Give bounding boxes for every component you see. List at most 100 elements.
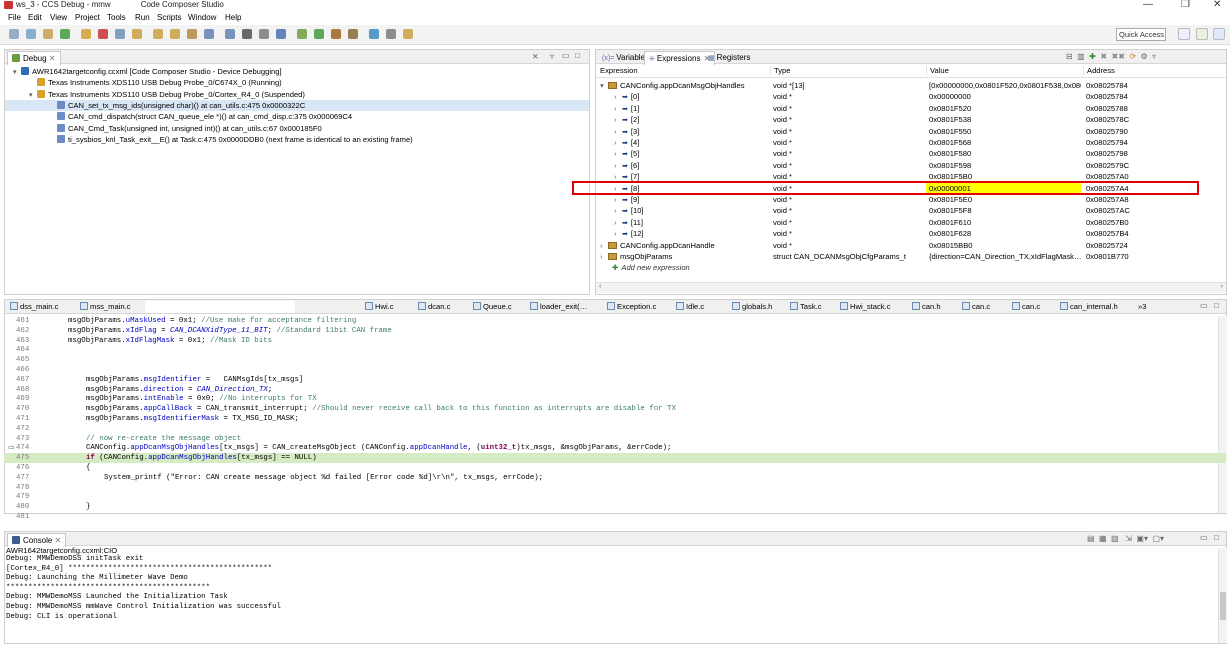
expression-row[interactable]: › ➡ [12] void * 0x0801F628 0x080257B4 — [596, 228, 1230, 239]
quick-access-field[interactable]: Quick Access — [1116, 28, 1166, 41]
restart-icon[interactable] — [225, 29, 235, 39]
minimize-console-icon[interactable]: ▭ — [1200, 533, 1208, 542]
editor-tab[interactable]: Hwi_stack.c — [840, 301, 891, 314]
menu-file[interactable]: File — [8, 13, 21, 22]
code-line[interactable]: 466 — [4, 365, 1226, 375]
minimize-editor-icon[interactable]: ▭ — [1200, 301, 1208, 310]
word-wrap-icon[interactable]: ▧ — [1111, 534, 1119, 543]
expand-toggle-icon[interactable]: › — [614, 228, 622, 239]
ccs-debug-perspective-icon[interactable] — [1213, 28, 1225, 40]
menu-edit[interactable]: Edit — [28, 13, 42, 22]
code-line[interactable]: 472 — [4, 424, 1226, 434]
expand-toggle-icon[interactable]: › — [614, 194, 622, 205]
expression-row[interactable]: › ➡ [4] void * 0x0801F568 0x08025794 — [596, 137, 1230, 148]
expression-row[interactable]: › ➡ [1] void * 0x0801F520 0x08025788 — [596, 103, 1230, 114]
clear-console-icon[interactable]: ▤ — [1087, 534, 1095, 543]
menu-view[interactable]: View — [50, 13, 67, 22]
debug-tree-item[interactable]: CAN_Cmd_Task(unsigned int, unsigned int)… — [5, 123, 589, 134]
expand-toggle-icon[interactable]: › — [614, 114, 622, 125]
editor-tab[interactable]: Idle.c — [676, 301, 704, 314]
expression-value[interactable]: 0x0801F580 — [926, 148, 1081, 159]
editor-tab[interactable]: can.c — [962, 301, 990, 314]
expand-toggle-icon[interactable]: › — [600, 240, 608, 251]
console-scrollbar[interactable] — [1218, 548, 1227, 643]
expression-row[interactable]: › msgObjParams struct CAN_DCANMsgObjCfgPar… — [596, 251, 1230, 262]
skip-icon[interactable] — [43, 29, 53, 39]
pin-icon[interactable] — [403, 29, 413, 39]
tab-console[interactable]: Console ✕ — [7, 533, 67, 547]
tab-registers[interactable]: ▦ Registers — [704, 51, 754, 65]
settings-icon[interactable]: ⚙ — [1141, 52, 1148, 61]
expand-toggle-icon[interactable]: › — [600, 251, 608, 262]
minimize-view-icon[interactable]: ▭ — [562, 51, 570, 60]
maximize-view-icon[interactable]: □ — [575, 51, 580, 60]
editor-tab[interactable]: Hwi.c — [365, 301, 394, 314]
code-line[interactable]: 475 if (CANConfig.appDcanMsgObjHandles[tx… — [4, 453, 1226, 463]
scroll-lock-icon[interactable]: ▦ — [1099, 534, 1107, 543]
disconnect-icon[interactable] — [115, 29, 125, 39]
expression-value[interactable]: 0x0801F5E0 — [926, 194, 1081, 205]
registers-icon[interactable] — [259, 29, 269, 39]
pin-console-icon[interactable]: ⇲ — [1125, 534, 1132, 543]
debug-tree-item[interactable]: ti_sysbios_knl_Task_exit__E() at Task.c:… — [5, 134, 589, 145]
close-button[interactable]: ✕ — [1213, 0, 1221, 10]
add-new-expression[interactable]: ✚ Add new expression — [596, 262, 1230, 273]
maximize-editor-icon[interactable]: □ — [1214, 301, 1219, 310]
expression-row[interactable]: › ➡ [9] void * 0x0801F5E0 0x080257A8 — [596, 194, 1230, 205]
breakpoint-icon[interactable] — [276, 29, 286, 39]
code-line[interactable]: 473 // now re-create the message object — [4, 434, 1226, 444]
minimize-button[interactable]: — — [1143, 0, 1153, 10]
editor-tab[interactable]: Queue.c — [473, 301, 512, 314]
open-console-icon[interactable]: ▢▾ — [1152, 534, 1164, 543]
expand-toggle-icon[interactable]: › — [614, 103, 622, 114]
column-type[interactable]: Type — [770, 66, 790, 75]
editor-tab[interactable]: Task.c — [790, 301, 822, 314]
gear-icon[interactable] — [386, 29, 396, 39]
expression-value[interactable]: 0x0801F598 — [926, 160, 1081, 171]
step-into-icon[interactable] — [132, 29, 142, 39]
code-line[interactable]: 474 CANConfig.appDcanMsgObjHandles[tx_msg… — [4, 443, 1226, 453]
code-line[interactable]: 477 System_printf ("Error: CAN create mes… — [4, 473, 1226, 483]
expression-row[interactable]: › ➡ [0] void * 0x00000000 0x08025784 — [596, 91, 1230, 102]
editor-tab[interactable]: dcan.c — [418, 301, 450, 314]
expression-row[interactable]: › ➡ [6] void * 0x0801F598 0x0802579C — [596, 160, 1230, 171]
restore-button[interactable]: ❐ — [1181, 0, 1190, 10]
editor-tab[interactable]: Exception.c — [607, 301, 656, 314]
expression-row[interactable]: › ➡ [10] void * 0x0801F5F8 0x080257AC — [596, 205, 1230, 216]
expand-toggle-icon[interactable]: › — [614, 217, 622, 228]
expression-value[interactable]: 0x0801F538 — [926, 114, 1081, 125]
assembly-step-icon[interactable] — [187, 29, 197, 39]
expression-row[interactable]: › CANConfig.appDcanHandle void * 0x08015BB0… — [596, 240, 1230, 251]
expression-value[interactable]: 0x0801F550 — [926, 126, 1081, 137]
expression-value[interactable]: 0x08015BB0 — [926, 240, 1081, 251]
expand-toggle-icon[interactable]: › — [614, 126, 622, 137]
code-line[interactable]: 467 msgObjParams.msgIdentifier = CANMsgId… — [4, 375, 1226, 385]
expression-value[interactable]: 0x0801F5F8 — [926, 205, 1081, 216]
horizontal-scrollbar[interactable]: ‹ › — [596, 282, 1226, 293]
code-line[interactable]: 480} — [4, 502, 1226, 512]
code-line[interactable]: 461 msgObjParams.uMaskUsed = 0x1; //Use m… — [4, 316, 1226, 326]
code-line[interactable]: 469 msgObjParams.intEnable = 0x0; //No in… — [4, 394, 1226, 404]
expand-toggle-icon[interactable]: › — [614, 205, 622, 216]
maximize-console-icon[interactable]: □ — [1214, 533, 1219, 542]
expression-value[interactable]: 0x0801F568 — [926, 137, 1081, 148]
code-line[interactable]: 468 msgObjParams.direction = CAN_Directio… — [4, 385, 1226, 395]
expand-toggle-icon[interactable]: › — [614, 148, 622, 159]
menu-run[interactable]: Run — [135, 13, 150, 22]
menu-help[interactable]: Help — [225, 13, 241, 22]
display-console-icon[interactable]: ▣▾ — [1136, 534, 1148, 543]
expression-row[interactable]: › ➡ [2] void * 0x0801F538 0x0802578C — [596, 114, 1230, 125]
code-line[interactable]: 465 — [4, 355, 1226, 365]
remove-icon[interactable]: ✖ — [1100, 52, 1107, 61]
code-line[interactable]: 478 — [4, 483, 1226, 493]
code-line[interactable]: 476 { — [4, 463, 1226, 473]
refresh-icon[interactable]: ⟳ — [1129, 52, 1136, 61]
view-menu-icon[interactable]: ▿ — [550, 52, 554, 61]
profile-icon[interactable] — [348, 29, 358, 39]
expression-row[interactable]: › ➡ [3] void * 0x0801F550 0x08025790 — [596, 126, 1230, 137]
menu-scripts[interactable]: Scripts — [157, 13, 181, 22]
new-icon[interactable] — [9, 29, 19, 39]
code-line[interactable]: 479 — [4, 492, 1226, 502]
breakpoint-marker-icon[interactable]: ⇨ — [8, 443, 15, 452]
code-line[interactable]: 481 — [4, 512, 1226, 522]
